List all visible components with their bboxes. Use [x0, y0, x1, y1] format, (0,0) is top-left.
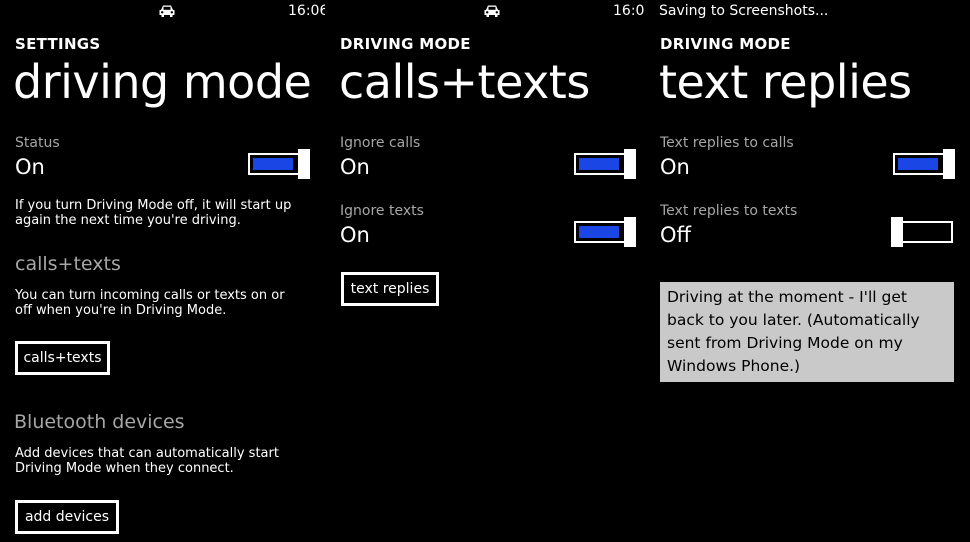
ignore-calls-value: On [340, 155, 370, 179]
calls-texts-button[interactable]: calls+texts [15, 341, 110, 375]
replies-texts-value: Off [660, 223, 691, 247]
calls-texts-section-header: calls+texts [15, 253, 121, 275]
status-bar: Saving to Screenshots... [645, 0, 970, 22]
app-title: DRIVING MODE [660, 35, 791, 53]
ignore-texts-value: On [340, 223, 370, 247]
replies-texts-label: Text replies to texts [660, 203, 798, 219]
ignore-calls-label: Ignore calls [340, 135, 421, 151]
status-label: Status [15, 135, 60, 151]
status-toggle[interactable] [248, 149, 310, 179]
page-title: calls+texts [339, 55, 590, 109]
toggle-thumb[interactable] [298, 149, 310, 179]
replies-calls-value: On [660, 155, 690, 179]
toggle-thumb[interactable] [624, 149, 636, 179]
toggle-fill [898, 158, 938, 170]
calls-texts-panel: 16:06 DRIVING MODE calls+texts Ignore ca… [325, 0, 645, 542]
car-icon [484, 5, 500, 17]
toggle-thumb[interactable] [943, 149, 955, 179]
ignore-calls-toggle[interactable] [574, 149, 636, 179]
replies-calls-label: Text replies to calls [660, 135, 794, 151]
page-title: driving mode [13, 55, 312, 109]
status-bar: 16:06 [0, 0, 325, 22]
status-value: On [15, 155, 45, 179]
saving-status-text: Saving to Screenshots... [659, 3, 829, 19]
toggle-fill [253, 158, 293, 170]
calls-texts-description: You can turn incoming calls or texts on … [15, 288, 285, 318]
text-replies-button[interactable]: text replies [341, 272, 439, 306]
clock: 16:06 [613, 3, 645, 19]
reply-message-textbox[interactable]: Driving at the moment - I'll get back to… [660, 282, 954, 382]
page-title: text replies [659, 55, 912, 109]
replies-texts-toggle[interactable] [891, 217, 953, 247]
clock: 16:06 [288, 3, 325, 19]
toggle-fill [579, 226, 619, 238]
toggle-thumb[interactable] [624, 217, 636, 247]
ignore-texts-label: Ignore texts [340, 203, 424, 219]
settings-driving-mode-panel: 16:06 SETTINGS driving mode Status On If… [0, 0, 325, 542]
app-title: SETTINGS [15, 35, 101, 53]
status-bar: 16:06 [325, 0, 645, 22]
text-replies-panel: Saving to Screenshots... DRIVING MODE te… [645, 0, 970, 542]
toggle-fill [579, 158, 619, 170]
car-icon [159, 5, 175, 17]
replies-calls-toggle[interactable] [893, 149, 955, 179]
toggle-thumb[interactable] [891, 217, 903, 247]
ignore-texts-toggle[interactable] [574, 217, 636, 247]
app-title: DRIVING MODE [340, 35, 471, 53]
bluetooth-description: Add devices that can automatically start… [15, 446, 279, 476]
status-description: If you turn Driving Mode off, it will st… [15, 198, 292, 228]
bluetooth-section-header: Bluetooth devices [14, 411, 185, 433]
add-devices-button[interactable]: add devices [15, 500, 119, 534]
